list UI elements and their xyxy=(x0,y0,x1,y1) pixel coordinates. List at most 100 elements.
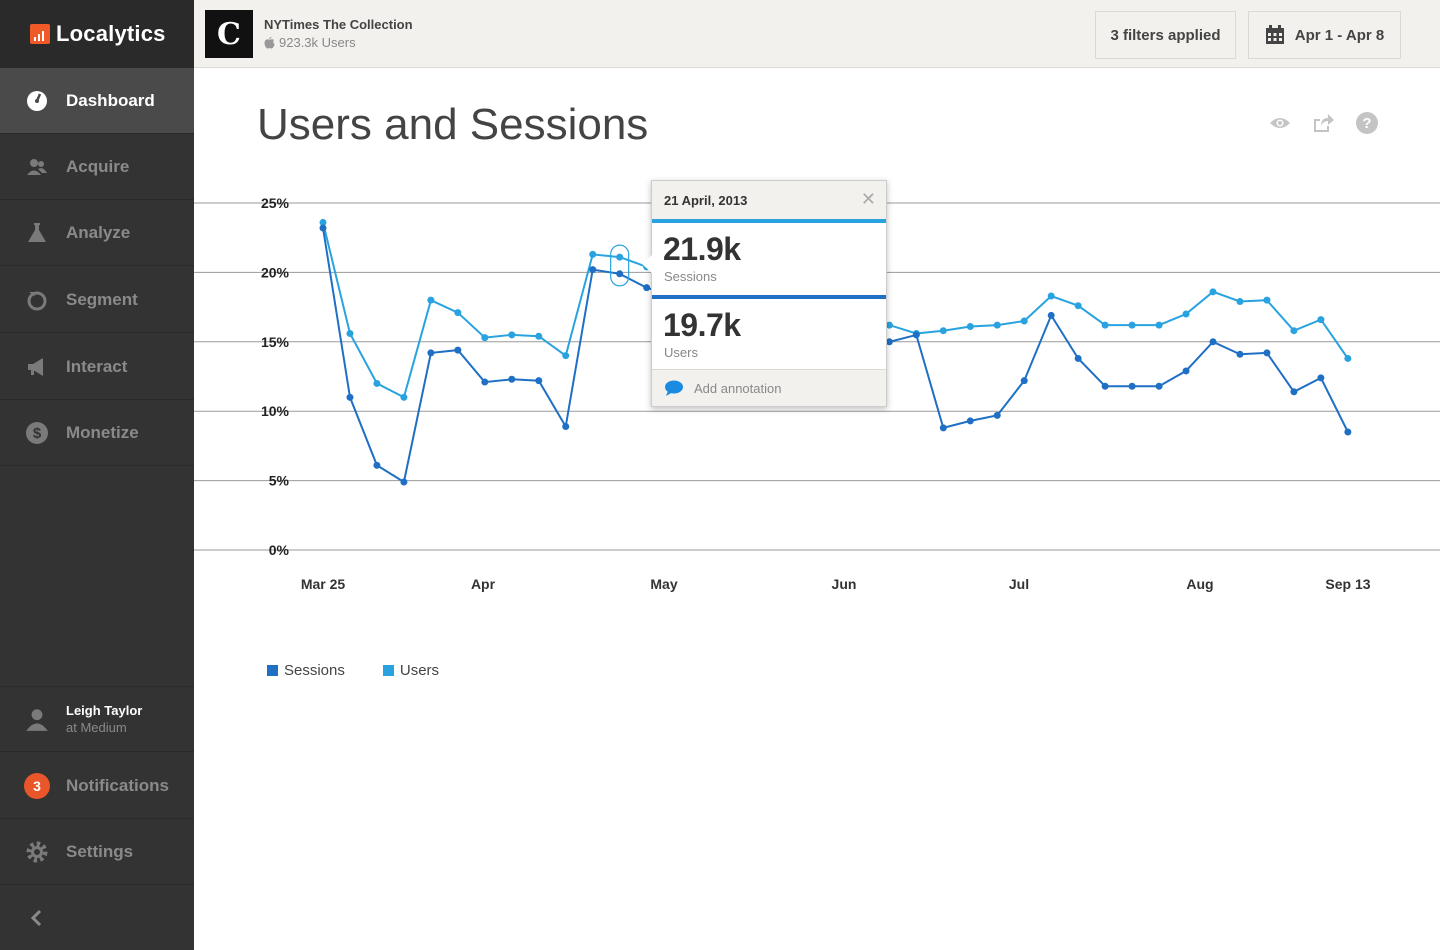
app-icon[interactable]: C xyxy=(205,10,253,58)
sidebar-item-notifications[interactable]: 3 Notifications xyxy=(0,753,194,819)
data-point-sessions xyxy=(1344,428,1352,436)
legend-item-users[interactable]: Users xyxy=(382,662,440,679)
data-point-users xyxy=(1290,327,1298,335)
data-point-users xyxy=(1074,302,1082,310)
data-point-sessions xyxy=(939,424,947,432)
data-point-sessions xyxy=(454,346,462,354)
eye-icon[interactable] xyxy=(1268,111,1292,135)
data-point-sessions xyxy=(1128,382,1136,390)
user-profile[interactable]: Leigh Taylor at Medium xyxy=(0,686,194,752)
data-point-users xyxy=(535,332,543,340)
x-tick-label: May xyxy=(650,576,677,592)
data-point-users xyxy=(1236,298,1244,306)
sidebar-item-dashboard[interactable]: Dashboard xyxy=(0,68,194,134)
legend-item-sessions[interactable]: Sessions xyxy=(267,662,345,679)
data-point-users xyxy=(1101,321,1109,329)
logo[interactable]: Localytics xyxy=(0,0,194,68)
tooltip-users-value: 19.7k xyxy=(663,307,741,343)
legend-swatch-users xyxy=(382,665,394,676)
x-tick-label: Mar 25 xyxy=(301,576,346,592)
data-point-users xyxy=(373,379,381,387)
hover-highlight xyxy=(610,244,630,287)
sidebar-item-segment[interactable]: Segment xyxy=(0,267,194,333)
megaphone-icon xyxy=(24,354,50,380)
y-tick-label: 5% xyxy=(269,473,290,489)
y-tick-label: 0% xyxy=(269,542,290,558)
date-range-label: Apr 1 - Apr 8 xyxy=(1294,26,1385,44)
data-point-sessions xyxy=(966,417,974,425)
data-point-sessions xyxy=(912,331,920,339)
sidebar-item-analyze[interactable]: Analyze xyxy=(0,200,194,266)
refresh-circle-icon xyxy=(24,287,50,313)
data-point-sessions xyxy=(993,411,1001,419)
app-user-count: 923.3k Users xyxy=(264,35,356,50)
data-point-sessions xyxy=(643,284,651,292)
sidebar-item-label: Dashboard xyxy=(66,90,155,110)
data-point-sessions xyxy=(535,377,543,385)
calendar-icon xyxy=(1265,25,1285,45)
user-org: at Medium xyxy=(66,720,127,735)
legend-label: Users xyxy=(399,662,440,679)
sidebar-item-label: Notifications xyxy=(66,775,169,795)
svg-text:?: ? xyxy=(1362,115,1371,132)
tooltip-header: 21 April, 2013 ✕ xyxy=(652,181,886,219)
data-point-users xyxy=(1209,288,1217,296)
legend-label: Sessions xyxy=(284,662,345,679)
data-point-users xyxy=(1182,310,1190,318)
tooltip-users-label: Users xyxy=(664,345,698,360)
tooltip-date: 21 April, 2013 xyxy=(664,193,748,208)
data-point-sessions xyxy=(1182,367,1190,375)
apple-icon xyxy=(264,36,275,49)
y-tick-label: 20% xyxy=(261,264,290,280)
data-point-users xyxy=(481,334,489,342)
sidebar-item-label: Monetize xyxy=(66,422,139,442)
data-point-sessions xyxy=(562,422,570,430)
comment-icon xyxy=(664,380,684,397)
tooltip-sessions-label: Sessions xyxy=(664,269,717,284)
data-point-users xyxy=(616,253,624,261)
data-point-sessions xyxy=(1074,354,1082,362)
app-name[interactable]: NYTimes The Collection xyxy=(264,17,413,32)
data-point-sessions xyxy=(481,378,489,386)
sidebar-item-monetize[interactable]: $ Monetize xyxy=(0,400,194,466)
chevron-left-icon xyxy=(24,905,50,931)
tooltip-sessions-value: 21.9k xyxy=(663,231,741,267)
legend-swatch-sessions xyxy=(267,665,278,676)
sidebar: Localytics Dashboard Acquire Analyze Seg… xyxy=(0,0,194,950)
collapse-sidebar-button[interactable] xyxy=(0,885,194,950)
sidebar-item-label: Analyze xyxy=(66,222,131,242)
share-icon[interactable] xyxy=(1311,111,1335,135)
help-icon[interactable]: ? xyxy=(1355,111,1379,135)
tooltip-pointer xyxy=(642,255,652,273)
svg-text:$: $ xyxy=(33,425,42,442)
data-point-users xyxy=(562,352,570,360)
sidebar-item-label: Acquire xyxy=(66,156,130,176)
data-point-sessions xyxy=(1155,382,1163,390)
y-tick-label: 15% xyxy=(261,334,290,350)
sidebar-item-label: Segment xyxy=(66,289,138,309)
add-annotation-button[interactable]: Add annotation xyxy=(652,369,886,406)
data-point-users xyxy=(1128,321,1136,329)
data-point-sessions xyxy=(1020,377,1028,385)
sidebar-item-acquire[interactable]: Acquire xyxy=(0,134,194,200)
data-point-sessions xyxy=(346,393,354,401)
notifications-icon: 3 xyxy=(24,772,50,799)
sidebar-item-settings[interactable]: Settings xyxy=(0,819,194,885)
date-range-button[interactable]: Apr 1 - Apr 8 xyxy=(1248,11,1401,59)
data-point-sessions xyxy=(373,461,381,469)
gear-icon xyxy=(24,839,50,865)
close-icon[interactable]: ✕ xyxy=(861,189,876,210)
sidebar-item-interact[interactable]: Interact xyxy=(0,334,194,400)
data-point-users xyxy=(966,323,974,331)
data-point-users xyxy=(1344,354,1352,362)
data-point-users xyxy=(1317,316,1325,324)
user-name: Leigh Taylor xyxy=(66,703,143,718)
top-bar: C NYTimes The Collection 923.3k Users 3 … xyxy=(194,0,1440,68)
data-point-sessions xyxy=(616,270,624,278)
sidebar-item-label: Settings xyxy=(66,841,134,861)
data-point-sessions xyxy=(319,224,327,232)
filters-button[interactable]: 3 filters applied xyxy=(1095,11,1236,59)
app-users-text: 923.3k Users xyxy=(279,35,356,50)
data-point-sessions xyxy=(1290,388,1298,396)
x-tick-label: Jul xyxy=(1009,576,1029,592)
